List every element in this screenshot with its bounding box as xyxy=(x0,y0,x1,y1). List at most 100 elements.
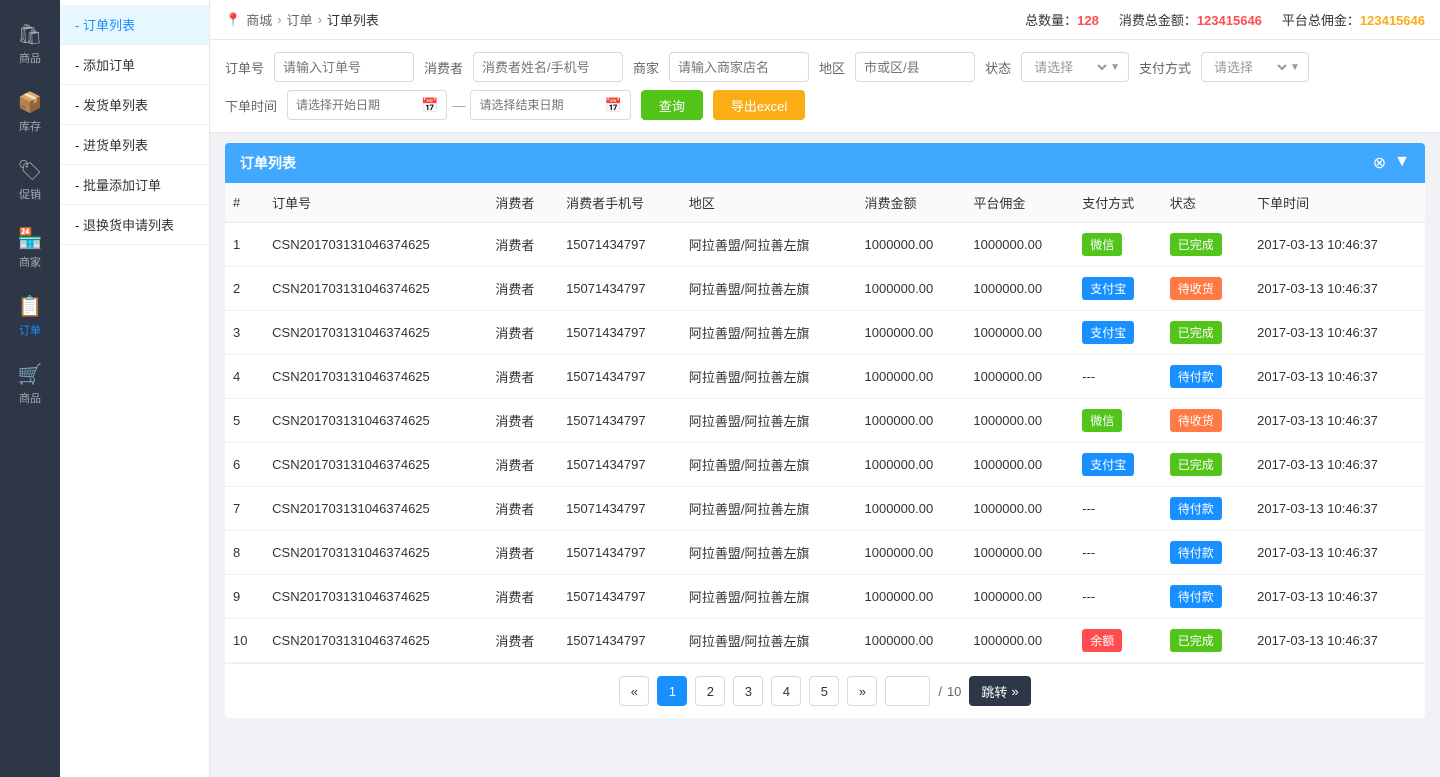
status-label: 状态 xyxy=(985,58,1011,77)
platform-commission-label: 平台总佣金： xyxy=(1282,13,1360,28)
table-row[interactable]: 1 CSN201703131046374625 消费者 15071434797 … xyxy=(225,223,1425,267)
sidebar2-item-purchase-list[interactable]: - 进货单列表 xyxy=(60,125,209,165)
sidebar2-item-order-list[interactable]: - 订单列表 xyxy=(60,5,209,45)
table-row[interactable]: 4 CSN201703131046374625 消费者 15071434797 … xyxy=(225,355,1425,399)
cell-consumer: 消费者 xyxy=(487,619,558,663)
col-index: # xyxy=(225,183,264,223)
cell-status: 已完成 xyxy=(1162,223,1249,267)
status-badge: 已完成 xyxy=(1170,629,1222,652)
page-jump-input[interactable] xyxy=(885,676,930,706)
table-header-bar: 订单列表 ⊗ ▼ xyxy=(225,143,1425,183)
cell-status: 待付款 xyxy=(1162,531,1249,575)
payment-badge: 余额 xyxy=(1082,629,1122,652)
consumer-input[interactable] xyxy=(473,52,623,82)
jump-button[interactable]: 跳转 » xyxy=(969,676,1030,706)
payment-dropdown-icon: ▼ xyxy=(1290,62,1300,73)
status-select[interactable]: 请选择 xyxy=(1030,59,1110,76)
cell-region: 阿拉善盟/阿拉善左旗 xyxy=(681,267,857,311)
close-icon[interactable]: ⊗ xyxy=(1373,153,1386,173)
end-date-input[interactable] xyxy=(479,98,599,112)
filter-row-1: 订单号 消费者 商家 地区 状态 请选择 ▼ 支付方式 请选择 ▼ xyxy=(225,52,1425,82)
cell-commission: 1000000.00 xyxy=(965,311,1074,355)
status-badge: 待付款 xyxy=(1170,585,1222,608)
table-row[interactable]: 3 CSN201703131046374625 消费者 15071434797 … xyxy=(225,311,1425,355)
sidebar2-item-batch-add[interactable]: - 批量添加订单 xyxy=(60,165,209,205)
cell-payment: --- xyxy=(1074,487,1161,531)
table-row[interactable]: 7 CSN201703131046374625 消费者 15071434797 … xyxy=(225,487,1425,531)
sidebar2-item-return-list[interactable]: - 退换货申请列表 xyxy=(60,205,209,245)
cell-commission: 1000000.00 xyxy=(965,487,1074,531)
total-count-value: 128 xyxy=(1077,13,1099,28)
sidebar-item-merchant[interactable]: 🏪 商家 xyxy=(0,214,60,282)
chevron-down-icon[interactable]: ▼ xyxy=(1394,153,1410,173)
sidebar-item-store-label: 库存 xyxy=(19,118,41,134)
page-5-button[interactable]: 5 xyxy=(809,676,839,706)
prev-page-button[interactable]: « xyxy=(619,676,649,706)
main-sidebar: 🛍 商品 📦 库存 🏷 促销 🏪 商家 📋 订单 🛒 商品 xyxy=(0,0,60,777)
cell-amount: 1000000.00 xyxy=(857,399,966,443)
cell-index: 2 xyxy=(225,267,264,311)
start-calendar-icon[interactable]: 📅 xyxy=(421,97,438,114)
sidebar-item-store[interactable]: 📦 库存 xyxy=(0,78,60,146)
cell-order-no: CSN201703131046374625 xyxy=(264,575,487,619)
table-row[interactable]: 9 CSN201703131046374625 消费者 15071434797 … xyxy=(225,575,1425,619)
sidebar-item-goods-label: 商品 xyxy=(19,50,41,66)
promo-icon: 🏷 xyxy=(17,158,42,183)
cell-phone: 15071434797 xyxy=(558,619,681,663)
location-icon: 📍 xyxy=(225,12,241,28)
sidebar2-item-shipment-list[interactable]: - 发货单列表 xyxy=(60,85,209,125)
page-1-button[interactable]: 1 xyxy=(657,676,687,706)
region-input[interactable] xyxy=(855,52,975,82)
cell-consumer: 消费者 xyxy=(487,443,558,487)
main-content: 📍 商城 › 订单 › 订单列表 总数量：128 消费总金额：123415646… xyxy=(210,0,1440,777)
cell-region: 阿拉善盟/阿拉善左旗 xyxy=(681,487,857,531)
next-page-button[interactable]: » xyxy=(847,676,877,706)
cell-commission: 1000000.00 xyxy=(965,575,1074,619)
cell-index: 1 xyxy=(225,223,264,267)
cell-consumer: 消费者 xyxy=(487,355,558,399)
merchant-input[interactable] xyxy=(669,52,809,82)
sidebar2-item-add-order[interactable]: - 添加订单 xyxy=(60,45,209,85)
header-stats: 总数量：128 消费总金额：123415646 平台总佣金：123415646 xyxy=(1025,10,1425,29)
order-time-label: 下单时间 xyxy=(225,96,277,115)
cell-payment: 支付宝 xyxy=(1074,443,1161,487)
table-row[interactable]: 6 CSN201703131046374625 消费者 15071434797 … xyxy=(225,443,1425,487)
cell-order-no: CSN201703131046374625 xyxy=(264,487,487,531)
cell-region: 阿拉善盟/阿拉善左旗 xyxy=(681,575,857,619)
cell-index: 5 xyxy=(225,399,264,443)
cell-amount: 1000000.00 xyxy=(857,311,966,355)
merchant-icon: 🏪 xyxy=(18,226,43,251)
payment-select-wrap[interactable]: 请选择 ▼ xyxy=(1201,52,1309,82)
export-button[interactable]: 导出excel xyxy=(713,90,805,120)
table-row[interactable]: 5 CSN201703131046374625 消费者 15071434797 … xyxy=(225,399,1425,443)
cell-amount: 1000000.00 xyxy=(857,223,966,267)
page-3-button[interactable]: 3 xyxy=(733,676,763,706)
cell-time: 2017-03-13 10:46:37 xyxy=(1249,267,1425,311)
cell-phone: 15071434797 xyxy=(558,267,681,311)
sidebar-item-goods[interactable]: 🛍 商品 xyxy=(0,10,60,78)
total-pages: 10 xyxy=(947,684,961,699)
sidebar-item-promo[interactable]: 🏷 促销 xyxy=(0,146,60,214)
query-button[interactable]: 查询 xyxy=(641,90,703,120)
cell-index: 9 xyxy=(225,575,264,619)
sidebar-item-order[interactable]: 📋 订单 xyxy=(0,282,60,350)
status-select-wrap[interactable]: 请选择 ▼ xyxy=(1021,52,1129,82)
cell-payment: 余额 xyxy=(1074,619,1161,663)
payment-select[interactable]: 请选择 xyxy=(1210,59,1290,76)
cell-time: 2017-03-13 10:46:37 xyxy=(1249,311,1425,355)
table-row[interactable]: 10 CSN201703131046374625 消费者 15071434797… xyxy=(225,619,1425,663)
table-row[interactable]: 2 CSN201703131046374625 消费者 15071434797 … xyxy=(225,267,1425,311)
page-4-button[interactable]: 4 xyxy=(771,676,801,706)
total-amount-label: 消费总金额： xyxy=(1119,13,1197,28)
page-2-button[interactable]: 2 xyxy=(695,676,725,706)
table-row[interactable]: 8 CSN201703131046374625 消费者 15071434797 … xyxy=(225,531,1425,575)
sidebar-item-goods2[interactable]: 🛒 商品 xyxy=(0,350,60,418)
status-badge: 待收货 xyxy=(1170,277,1222,300)
cell-time: 2017-03-13 10:46:37 xyxy=(1249,487,1425,531)
order-no-input[interactable] xyxy=(274,52,414,82)
end-calendar-icon[interactable]: 📅 xyxy=(604,97,621,114)
total-amount-value: 123415646 xyxy=(1197,13,1262,28)
cell-time: 2017-03-13 10:46:37 xyxy=(1249,443,1425,487)
start-date-input[interactable] xyxy=(296,98,416,112)
platform-commission-value: 123415646 xyxy=(1360,13,1425,28)
